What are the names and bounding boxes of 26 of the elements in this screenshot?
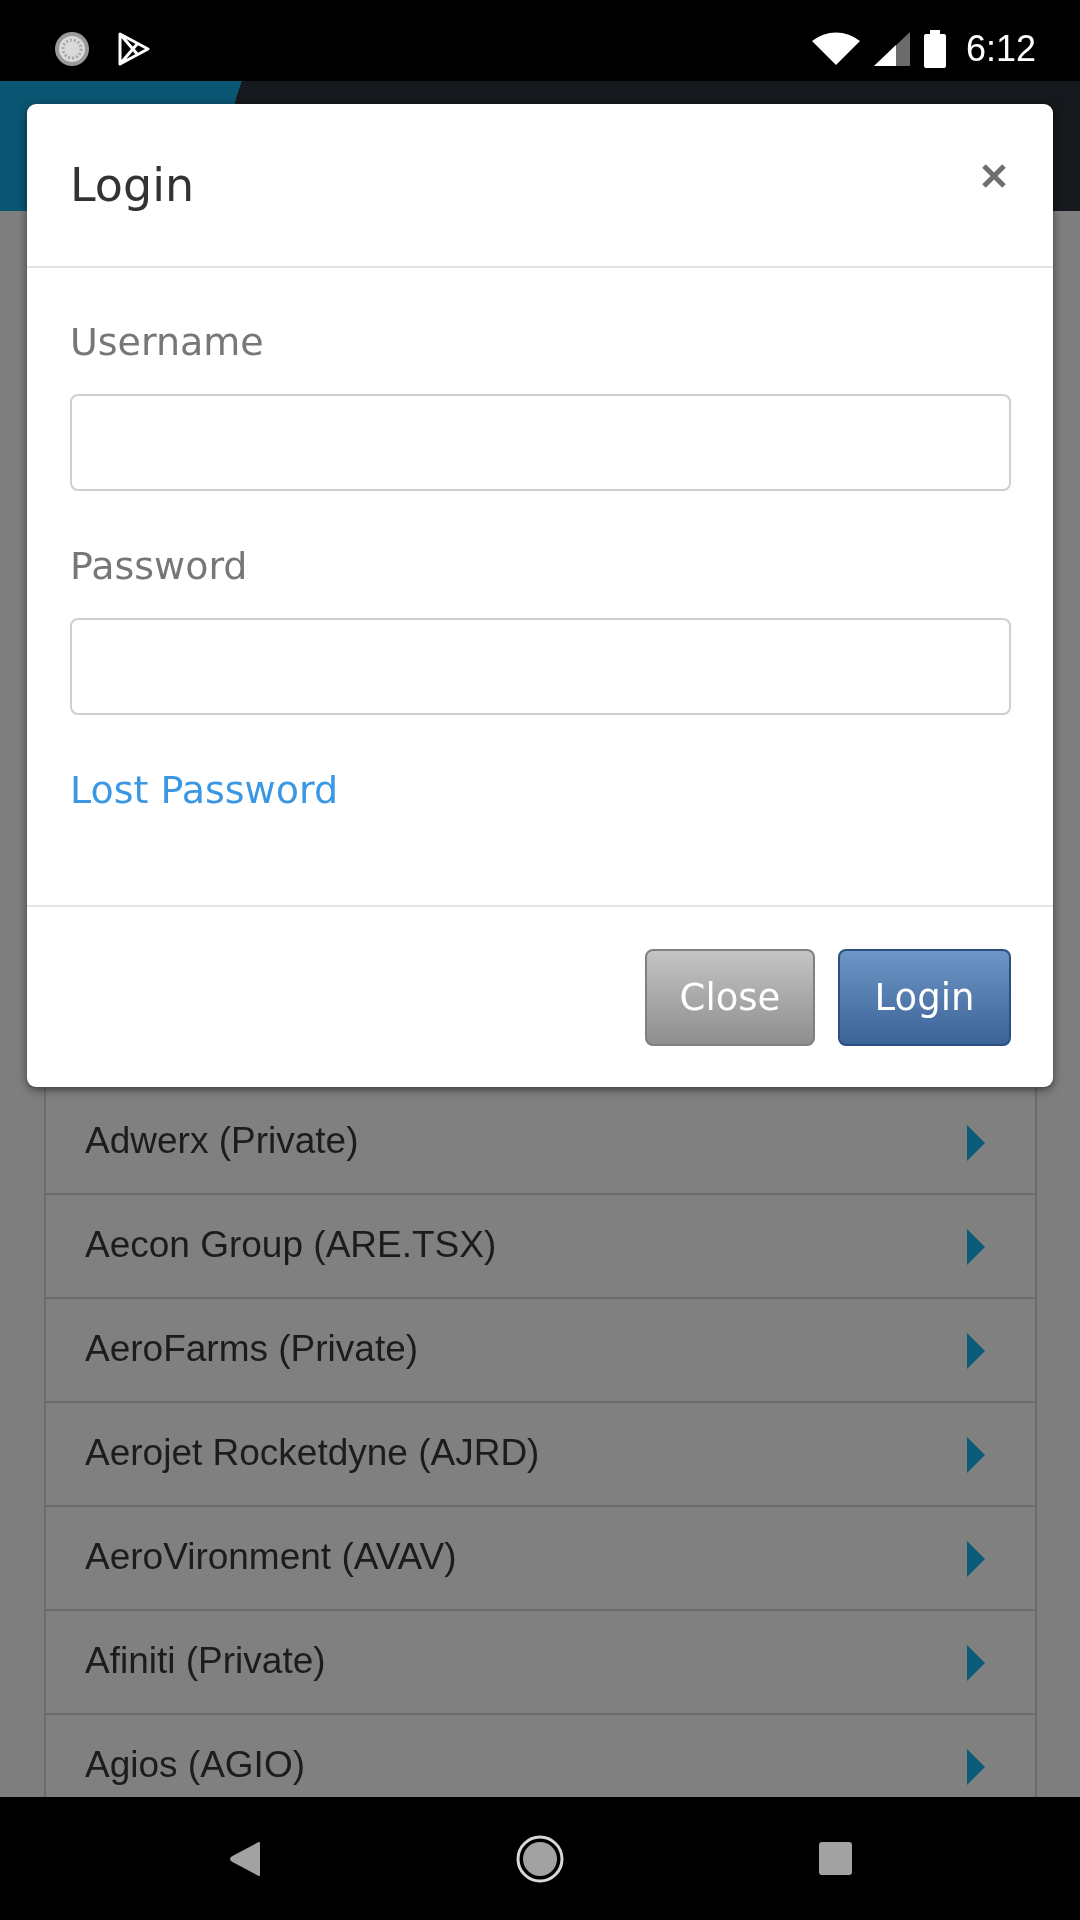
signal-icon — [873, 31, 910, 66]
circle-icon — [55, 31, 89, 66]
close-icon — [981, 163, 1007, 189]
field-label: Password — [70, 543, 249, 589]
field-label: Username — [70, 319, 265, 365]
recents-icon[interactable] — [818, 1842, 852, 1875]
close-button[interactable] — [981, 163, 1007, 189]
caret-icon — [967, 1437, 985, 1473]
play-icon — [118, 31, 150, 66]
caret-icon — [967, 1125, 985, 1161]
wifi-icon — [811, 32, 860, 65]
login-button[interactable]: Login — [838, 949, 1011, 1046]
caret-icon — [967, 1333, 985, 1369]
caret-icon — [967, 1645, 985, 1681]
dialog-title: Login — [70, 158, 195, 213]
caret-icon — [967, 1541, 985, 1577]
battery-icon — [923, 29, 946, 68]
input-field[interactable] — [70, 618, 1011, 715]
input-field[interactable] — [70, 394, 1011, 491]
home-icon[interactable] — [516, 1834, 564, 1883]
caret-icon — [967, 1749, 985, 1785]
back-icon[interactable] — [229, 1840, 261, 1877]
lost-password-link[interactable]: Lost Password — [70, 767, 339, 813]
close-button[interactable]: Close — [645, 949, 815, 1046]
caret-icon — [967, 1229, 985, 1265]
status-time: 6:12 — [965, 27, 1036, 70]
